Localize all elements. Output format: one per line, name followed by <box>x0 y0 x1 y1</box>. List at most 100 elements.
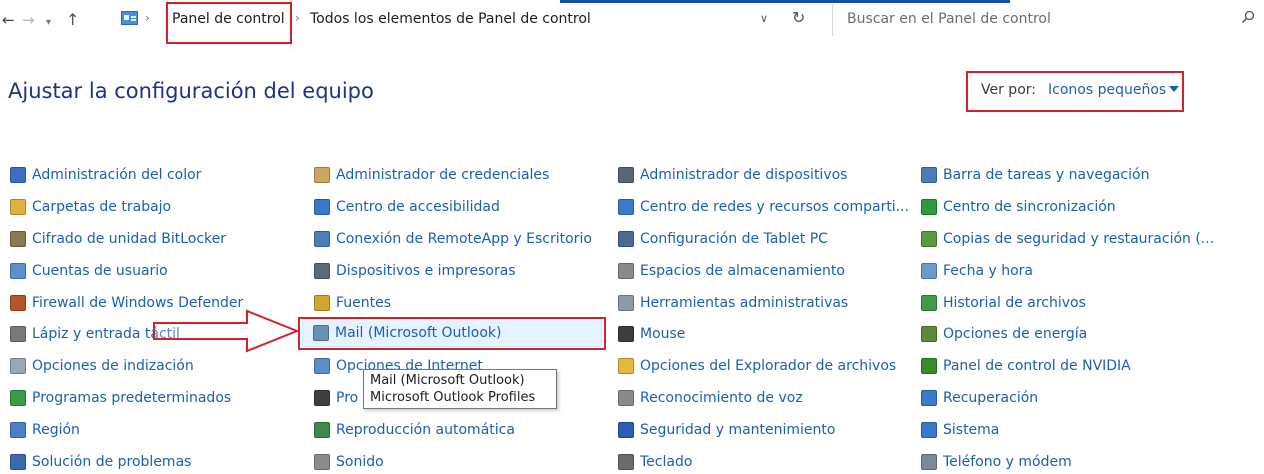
control-panel-item[interactable]: Fecha y hora <box>921 259 1033 283</box>
control-panel-item[interactable]: Sistema <box>921 418 999 442</box>
control-panel-item-label: Sistema <box>943 422 1000 438</box>
control-panel-item-label: Administrador de dispositivos <box>640 167 848 183</box>
control-panel-item[interactable]: Región <box>10 418 80 442</box>
control-panel-item-label: Programas predeterminados <box>32 390 232 406</box>
firewall-icon <box>10 295 26 311</box>
devices-printers-icon <box>314 263 330 279</box>
control-panel-item[interactable]: Dispositivos e impresoras <box>314 259 516 283</box>
control-panel-item[interactable]: Centro de sincronización <box>921 195 1116 219</box>
phone-modem-icon <box>921 454 937 470</box>
address-dropdown-icon[interactable]: ∨ <box>760 12 768 25</box>
control-panel-item-label: Solución de problemas <box>32 454 192 470</box>
bitlocker-icon <box>10 231 26 247</box>
control-panel-item[interactable]: Reconocimiento de voz <box>618 386 803 410</box>
control-panel-item[interactable]: Recuperación <box>921 386 1038 410</box>
remoteapp-icon <box>314 231 330 247</box>
control-panel-item[interactable]: Opciones de energía <box>921 322 1087 346</box>
nvidia-icon <box>921 358 937 374</box>
user-accounts-icon <box>10 263 26 279</box>
control-panel-item[interactable]: Teléfono y módem <box>921 450 1072 474</box>
control-panel-item[interactable]: Opciones de indización <box>10 354 194 378</box>
recovery-icon <box>921 390 937 406</box>
control-panel-item[interactable]: Mouse <box>618 322 685 346</box>
tooltip-description: Microsoft Outlook Profiles <box>370 390 536 405</box>
mouse-icon <box>618 326 634 342</box>
storage-spaces-icon <box>618 263 634 279</box>
control-panel-item-label: Panel de control de NVIDIA <box>943 358 1131 374</box>
admin-tools-icon <box>618 295 634 311</box>
control-panel-item-label: Recuperación <box>943 390 1039 406</box>
control-panel-item[interactable]: Configuración de Tablet PC <box>618 227 828 251</box>
control-panel-item[interactable]: Espacios de almacenamiento <box>618 259 845 283</box>
control-panel-item[interactable]: Fuentes <box>314 291 391 315</box>
tablet-pc-icon <box>618 231 634 247</box>
control-panel-item[interactable]: Seguridad y mantenimiento <box>618 418 835 442</box>
annotation-box-breadcrumb <box>166 2 292 44</box>
control-panel-item[interactable]: Reproducción automática <box>314 418 515 442</box>
keyboard-icon <box>618 454 634 470</box>
control-panel-item[interactable]: Panel de control de NVIDIA <box>921 354 1131 378</box>
control-panel-item-label: Centro de accesibilidad <box>336 199 500 215</box>
control-panel-item[interactable]: Conexión de RemoteApp y Escritorio <box>314 227 592 251</box>
indexing-icon <box>10 358 26 374</box>
annotation-arrow <box>153 309 300 353</box>
control-panel-item-label: Cuentas de usuario <box>32 263 168 279</box>
file-explorer-options-icon <box>618 358 634 374</box>
control-panel-item[interactable]: Cuentas de usuario <box>10 259 168 283</box>
control-panel-item[interactable]: Solución de problemas <box>10 450 191 474</box>
tooltip-title: Mail (Microsoft Outlook) <box>370 373 525 388</box>
control-panel-item-label: Administración del color <box>32 167 202 183</box>
control-panel-item-label: Pro <box>336 390 359 406</box>
refresh-icon[interactable]: ↻ <box>792 8 805 27</box>
breadcrumb-chevron-icon[interactable]: › <box>295 11 300 25</box>
annotation-box-view-by <box>966 71 1184 112</box>
up-arrow-icon[interactable]: ↑ <box>66 10 79 30</box>
control-panel-item[interactable]: Cifrado de unidad BitLocker <box>10 227 226 251</box>
control-panel-item[interactable]: Pro <box>314 386 358 410</box>
color-management-icon <box>10 167 26 183</box>
control-panel-item[interactable]: Herramientas administrativas <box>618 291 848 315</box>
control-panel-item[interactable]: Copias de seguridad y restauración (... <box>921 227 1214 251</box>
credential-manager-icon <box>314 167 330 183</box>
control-panel-item-label: Reproducción automática <box>336 422 515 438</box>
control-panel-item[interactable]: Administrador de dispositivos <box>618 163 847 187</box>
control-panel-item-label: Región <box>32 422 80 438</box>
control-panel-item-label: Cifrado de unidad BitLocker <box>32 231 226 247</box>
control-panel-item-label: Configuración de Tablet PC <box>640 231 828 247</box>
tooltip: Mail (Microsoft Outlook) Microsoft Outlo… <box>363 369 557 409</box>
control-panel-item-label: Herramientas administrativas <box>640 295 849 311</box>
control-panel-item[interactable]: Administración del color <box>10 163 201 187</box>
internet-options-icon <box>314 358 330 374</box>
control-panel-item[interactable]: Teclado <box>618 450 692 474</box>
breadcrumb-all-items[interactable]: Todos los elementos de Panel de control <box>310 11 591 27</box>
control-panel-item-label: Sonido <box>336 454 384 470</box>
control-panel-item-label: Copias de seguridad y restauración (... <box>943 231 1215 247</box>
control-panel-item[interactable]: Centro de redes y recursos comparti... <box>618 195 909 219</box>
control-panel-item-label: Mouse <box>640 326 686 342</box>
control-panel-item[interactable]: Centro de accesibilidad <box>314 195 500 219</box>
search-box[interactable]: Buscar en el Panel de control <box>832 4 1264 36</box>
forward-arrow-icon[interactable]: → <box>22 10 35 30</box>
sync-center-icon <box>921 199 937 215</box>
search-icon[interactable] <box>1241 10 1255 24</box>
control-panel-item[interactable]: Sonido <box>314 450 384 474</box>
control-panel-item[interactable]: Historial de archivos <box>921 291 1086 315</box>
control-panel-item[interactable]: Carpetas de trabajo <box>10 195 171 219</box>
control-panel-item[interactable]: Programas predeterminados <box>10 386 231 410</box>
control-panel-item-label: Fuentes <box>336 295 392 311</box>
control-panel-item-label: Opciones de energía <box>943 326 1088 342</box>
control-panel-item[interactable]: Barra de tareas y navegación <box>921 163 1149 187</box>
control-panel-icon <box>121 11 138 25</box>
control-panel-item[interactable]: Administrador de credenciales <box>314 163 549 187</box>
control-panel-item[interactable]: Opciones del Explorador de archivos <box>618 354 896 378</box>
control-panel-item-label: Dispositivos e impresoras <box>336 263 516 279</box>
search-input[interactable]: Buscar en el Panel de control <box>847 11 1051 27</box>
control-panel-item-label: Teléfono y módem <box>943 454 1072 470</box>
recent-locations-chevron-icon[interactable]: ▾ <box>46 13 51 33</box>
power-options-icon <box>921 326 937 342</box>
control-panel-item-label: Administrador de credenciales <box>336 167 550 183</box>
back-arrow-icon[interactable]: ← <box>2 10 15 30</box>
breadcrumb-chevron-icon[interactable]: › <box>145 11 150 25</box>
file-history-icon <box>921 295 937 311</box>
date-time-icon <box>921 263 937 279</box>
